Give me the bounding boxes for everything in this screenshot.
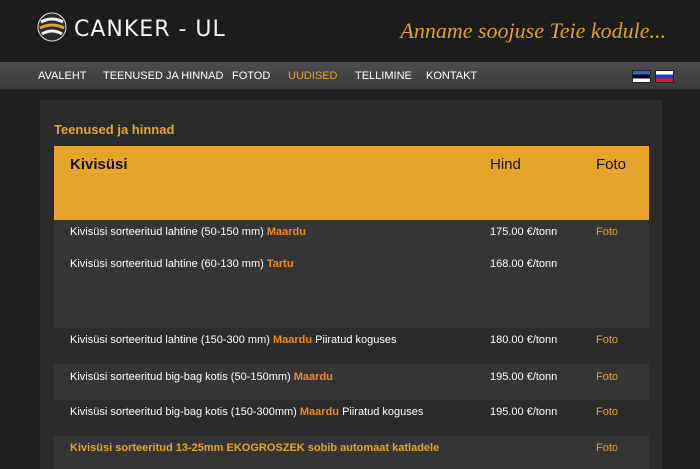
header-product: Kivisüsi bbox=[70, 156, 128, 173]
russian-flag-icon[interactable] bbox=[655, 70, 674, 83]
site-header: CANKER - UL Anname soojuse Teie kodule..… bbox=[0, 0, 700, 62]
photo-link[interactable]: Foto bbox=[596, 226, 618, 238]
location-link[interactable]: Maardu bbox=[294, 371, 333, 383]
product-name-text: Kivisüsi sorteeritud big-bag kotis (150-… bbox=[70, 406, 297, 418]
slogan: Anname soojuse Teie kodule... bbox=[400, 18, 666, 43]
product-name-text: Kivisüsi sorteeritud lahtine (50-150 mm) bbox=[70, 226, 264, 238]
logo-icon[interactable] bbox=[37, 12, 67, 42]
nav-item-avaleht[interactable]: AVALEHT bbox=[38, 70, 87, 82]
product-name: Kivisüsi sorteeritud big-bag kotis (150-… bbox=[70, 406, 423, 418]
price-cell: 195.00 €/tonn bbox=[490, 371, 558, 383]
table-header: Kivisüsi Hind Foto bbox=[54, 146, 649, 220]
product-name: Kivisüsi sorteeritud lahtine (60-130 mm)… bbox=[70, 258, 294, 270]
logo-text[interactable]: CANKER - UL bbox=[74, 17, 226, 42]
table-row: Kivisüsi sorteeritud big-bag kotis (50-1… bbox=[54, 364, 649, 400]
availability-note: Piiratud koguses bbox=[342, 406, 424, 418]
nav-item-uudised[interactable]: UUDISED bbox=[288, 70, 338, 82]
location-link[interactable]: Tartu bbox=[267, 258, 294, 270]
product-name-text: Kivisüsi sorteeritud lahtine (150-300 mm… bbox=[70, 334, 273, 346]
product-name: Kivisüsi sorteeritud lahtine (150-300 mm… bbox=[70, 334, 397, 346]
price-cell: 195.00 €/tonn bbox=[490, 406, 558, 418]
table-row: Kivisüsi sorteeritud lahtine (50-150 mm)… bbox=[54, 220, 649, 328]
estonian-flag-icon[interactable] bbox=[632, 70, 651, 83]
main-nav: AVALEHT TEENUSED JA HINNAD FOTOD UUDISED… bbox=[0, 62, 700, 90]
location-link[interactable]: Maardu bbox=[300, 406, 339, 418]
table-row: Kivisüsi sorteeritud 13-25mm EKOGROSZEK … bbox=[54, 436, 649, 469]
table-row: Kivisüsi sorteeritud big-bag kotis (150-… bbox=[54, 400, 649, 436]
product-name: Kivisüsi sorteeritud 13-25mm EKOGROSZEK … bbox=[70, 442, 440, 454]
nav-item-kontakt[interactable]: KONTAKT bbox=[426, 70, 477, 82]
product-name: Kivisüsi sorteeritud big-bag kotis (50-1… bbox=[70, 371, 333, 383]
nav-item-teenused-ja-hinnad[interactable]: TEENUSED JA HINNAD bbox=[103, 70, 223, 82]
photo-link[interactable]: Foto bbox=[596, 371, 618, 383]
photo-link[interactable]: Foto bbox=[596, 334, 618, 346]
product-name: Kivisüsi sorteeritud lahtine (50-150 mm)… bbox=[70, 226, 306, 238]
product-name-text: Kivisüsi sorteeritud lahtine (60-130 mm) bbox=[70, 258, 264, 270]
header-photo: Foto bbox=[596, 156, 627, 173]
product-name-text: Kivisüsi sorteeritud big-bag kotis (50-1… bbox=[70, 371, 291, 383]
availability-note: Piiratud koguses bbox=[315, 334, 397, 346]
photo-link[interactable]: Foto bbox=[596, 442, 618, 454]
photo-link[interactable]: Foto bbox=[596, 406, 618, 418]
location-link[interactable]: Maardu bbox=[273, 334, 312, 346]
table-row: Kivisüsi sorteeritud lahtine (150-300 mm… bbox=[54, 328, 649, 364]
price-cell: 175.00 €/tonn bbox=[490, 226, 558, 238]
price-cell: 168.00 €/tonn bbox=[490, 258, 558, 270]
header-price: Hind bbox=[490, 156, 521, 173]
price-cell: 180.00 €/tonn bbox=[490, 334, 558, 346]
location-link[interactable]: Maardu bbox=[267, 226, 306, 238]
nav-item-tellimine[interactable]: TELLIMINE bbox=[355, 70, 412, 82]
nav-item-fotod[interactable]: FOTOD bbox=[232, 70, 270, 82]
section-title: Teenused ja hinnad bbox=[54, 122, 175, 137]
